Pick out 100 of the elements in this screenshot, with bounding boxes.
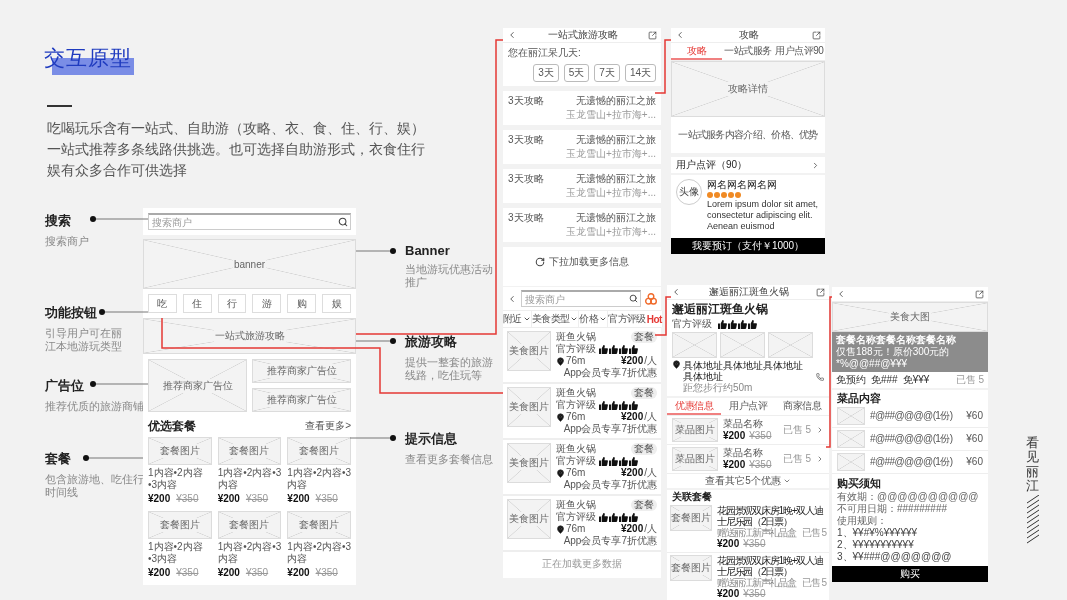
placeholder-label: 套餐图片 xyxy=(228,518,271,532)
thumbs-up-icon xyxy=(629,400,638,410)
back-icon[interactable] xyxy=(836,289,846,299)
days-chip[interactable]: 14天 xyxy=(624,64,656,82)
tag: 套餐 xyxy=(631,387,657,399)
restaurant-name: 斑鱼火锅 xyxy=(556,499,596,511)
package-name: 花园景观双床房1晚+双人迪士尼乐园（2日票） xyxy=(717,555,824,577)
share-icon[interactable] xyxy=(816,287,825,297)
restaurant-name: 斑鱼火锅 xyxy=(556,331,596,343)
back-icon[interactable] xyxy=(675,30,685,40)
tab[interactable]: 优惠信息 xyxy=(667,398,721,415)
caret-icon xyxy=(570,315,579,323)
category-button[interactable]: 游 xyxy=(252,294,282,313)
filter-button[interactable]: 价格 xyxy=(579,311,609,327)
section-title: 购买须知 xyxy=(837,477,882,490)
route-days: 3天攻略 xyxy=(508,173,544,185)
restaurant-item[interactable]: 美食图片 斑鱼火锅 套餐 官方评级 76m ¥200/人 App会员专享7折优惠 xyxy=(503,328,661,384)
circles-icon[interactable] xyxy=(645,292,657,305)
sold-count: 已售 5 xyxy=(782,424,811,436)
original-price: ¥350 xyxy=(176,567,199,579)
thumbs-up-icon xyxy=(599,512,608,522)
rules-title: 使用规则： xyxy=(837,515,888,526)
rule-text: 2、¥¥¥¥¥¥¥¥¥¥¥ xyxy=(837,539,914,550)
phone-icon[interactable] xyxy=(815,371,824,382)
price: ¥200 xyxy=(723,459,746,471)
category-button[interactable]: 吃 xyxy=(148,294,177,313)
restaurant-item[interactable]: 美食图片 斑鱼火锅 套餐 官方评级 76m ¥200/人 App会员专享7折优惠 xyxy=(503,496,661,552)
map-pin-icon xyxy=(556,412,565,422)
thumbs-up-icon xyxy=(629,456,638,466)
price-unit: /人 xyxy=(644,355,657,367)
original-price: ¥350 xyxy=(315,567,338,579)
annotation-title: 广告位 xyxy=(45,377,84,395)
dish-price: ¥60 xyxy=(966,410,983,422)
route-name: 无遗憾的丽江之旅 xyxy=(576,173,656,185)
review-text: Lorem ipsum dolor sit amet, consectetur adipiscing elit. Aenean euismod xyxy=(707,199,820,232)
tab[interactable]: 攻略 xyxy=(671,43,723,60)
back-icon[interactable] xyxy=(507,293,517,304)
category-button[interactable]: 行 xyxy=(217,294,247,313)
restaurant-item[interactable]: 美食图片 斑鱼火锅 套餐 官方评级 76m ¥200/人 App会员专享7折优惠 xyxy=(503,384,661,440)
leader-line xyxy=(349,435,396,441)
restaurant-name: 斑鱼火锅 xyxy=(556,443,596,455)
leader-line xyxy=(90,381,149,387)
filter-button[interactable]: 官方评级Hot xyxy=(608,311,663,327)
route-days: 3天攻略 xyxy=(508,212,544,224)
original-price: ¥350 xyxy=(749,430,772,442)
chevron-right-icon[interactable] xyxy=(816,455,824,463)
thumbs-up-icon xyxy=(629,344,638,354)
dish-name: #@##@@@@(1份) xyxy=(870,456,954,468)
loading-text: 正在加载更多数据 xyxy=(542,558,622,570)
filter-button[interactable]: 美食类型 xyxy=(531,311,580,327)
search-field[interactable]: 搜索商户 xyxy=(148,213,351,230)
days-chip[interactable]: 5天 xyxy=(563,64,590,82)
book-button[interactable]: 我要预订（支付￥1000） xyxy=(671,238,825,254)
rating-label: 官方评级 xyxy=(672,318,712,330)
rating-label: 官方评级 xyxy=(556,455,596,467)
map-pin-icon xyxy=(556,356,565,366)
more-link[interactable]: 查看更多> xyxy=(305,420,351,432)
back-icon[interactable] xyxy=(671,287,681,297)
annotation-note: 提供一整套的旅游线路，吃住玩等 xyxy=(405,356,494,382)
search-icon[interactable] xyxy=(629,294,638,303)
category-button[interactable]: 娱 xyxy=(322,294,351,313)
placeholder-label: 美食图片 xyxy=(508,400,550,414)
dish-name: 菜品名称 xyxy=(723,447,764,459)
thumbs-up-icon xyxy=(619,344,628,354)
restaurant-item[interactable]: 美食图片 斑鱼火锅 套餐 官方评级 76m ¥200/人 App会员专享7折优惠 xyxy=(503,440,661,496)
chevron-right-icon[interactable] xyxy=(816,426,824,434)
annotation-note: 查看更多套餐信息 xyxy=(405,453,494,466)
chevron-down-icon[interactable] xyxy=(782,477,791,485)
original-price: ¥350 xyxy=(245,493,269,505)
buy-button[interactable]: 购买 xyxy=(832,566,988,582)
sold-count: 已售 5 xyxy=(955,374,984,386)
search-icon[interactable] xyxy=(338,217,348,227)
tag: 套餐 xyxy=(631,499,657,511)
distance: 76m xyxy=(566,467,586,479)
back-icon[interactable] xyxy=(507,30,517,40)
notice-text: 不可用日期：######### xyxy=(837,503,948,514)
intro-text: 吃喝玩乐含有一站式、自助游（攻略、衣、食、住、行、娱）一站式推荐多条线路供挑选。也可选择自助游形式，衣食住行娱有众多合作可供选择 xyxy=(47,119,426,180)
thumbs-up-icon xyxy=(718,319,727,329)
stripes-drawing xyxy=(1027,495,1039,545)
share-icon[interactable] xyxy=(812,30,821,40)
category-button[interactable]: 住 xyxy=(182,294,212,313)
leader-line xyxy=(355,248,396,254)
annotation-note: 推荐优质的旅游商铺 xyxy=(45,400,145,413)
days-chip[interactable]: 7天 xyxy=(594,64,620,82)
route-path: 玉龙雪山+拉市海+... xyxy=(566,187,656,199)
share-icon[interactable] xyxy=(648,30,657,40)
placeholder-label: 美食大图 xyxy=(889,310,931,324)
share-icon[interactable] xyxy=(975,289,984,299)
category-button[interactable]: 购 xyxy=(287,294,317,313)
original-price: ¥350 xyxy=(315,493,338,505)
filter-button[interactable]: 附近 xyxy=(503,311,532,327)
connector-line xyxy=(654,39,672,94)
price: ¥200 xyxy=(217,567,240,579)
thumbs-up-icon xyxy=(748,319,757,329)
days-chip[interactable]: 3天 xyxy=(533,64,559,82)
package-contents: 1内容•2内容•3内容 xyxy=(148,541,204,565)
price: ¥200 xyxy=(620,411,644,423)
package-contents: 1内容•2内容•3内容 xyxy=(217,541,282,565)
chevron-right-icon[interactable] xyxy=(811,160,820,170)
search-field[interactable]: 搜索商户 xyxy=(521,290,641,307)
